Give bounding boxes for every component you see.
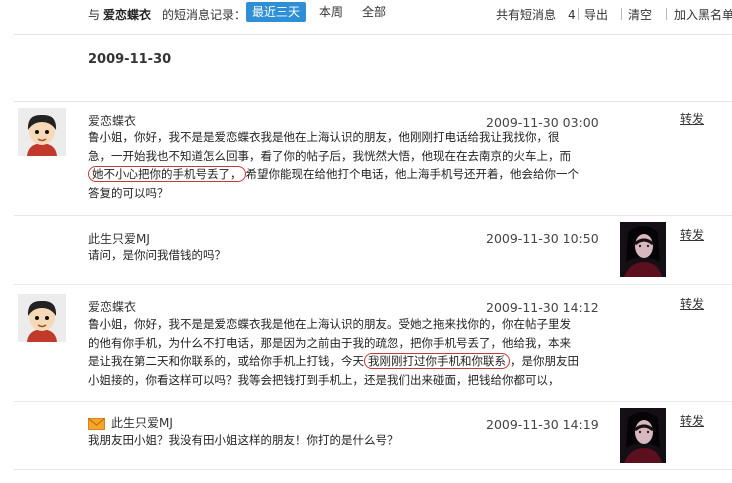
separator [578,8,579,20]
forward-link[interactable]: 转发 [680,412,704,429]
circled-text: 她不小心把你的手机号丢了， [88,166,246,182]
message-text: ，是你朋友田 [510,354,579,368]
sender-line: 此生只爱MJ [88,414,173,431]
message-body: 请问，是你问我借钱的吗？ [88,246,606,265]
message-item: 此生只爱MJ 2009-11-30 14:19 转发 我朋友田小姐？我没有田小姐… [14,402,732,470]
message-body: 我朋友田小姐？我没有田小姐这样的朋友！你打的是什么号？ [88,431,606,450]
add-to-blacklist-link[interactable]: 加入黑名单 [674,6,732,23]
message-line: 她不小心把你的手机号丢了， 希望你能现在给他打个电话，他上海手机号还开着，他会给你… [88,165,606,184]
separator [621,8,622,20]
message-line: 请问，是你问我借钱的吗？ [88,248,226,262]
forward-link[interactable]: 转发 [680,295,704,312]
separator [666,8,667,20]
message-line: 答复的可以吗？ [88,185,169,200]
message-line: 是让我在第二天和你联系的，或给你手机上打钱，今天 我刚刚打过你手机和你联系 ，是你朋… [88,352,606,371]
message-time: 2009-11-30 14:12 [486,300,599,315]
clear-link[interactable]: 清空 [628,6,652,23]
message-text: 希望你能现在给他打个电话，他上海手机号还开着，他会给你一个 [245,167,580,181]
export-link[interactable]: 导出 [584,6,608,23]
message-line: 鲁小姐，你好，我不是是爱恋蝶衣我是他在上海认识的朋友，他刚刚打电话给我让我找你，… [88,130,560,144]
filter-this-week[interactable]: 本周 [313,2,349,22]
message-text: 是让我在第二天和你联系的，或给你手机上打钱，今天 [88,354,364,368]
sender-name[interactable]: 此生只爱MJ [111,416,173,430]
peer-name[interactable]: 爱恋蝶衣 [103,6,151,23]
message-divider [14,469,732,470]
message-line: 急，一开始我也不知道怎么回事，看了你的帖子后，我恍然大悟，他现在在去南京的火车上… [88,148,571,163]
toolbar-divider [14,34,732,35]
message-item: 爱恋蝶衣 2009-11-30 03:00 转发 鲁小姐，你好，我不是是爱恋蝶衣… [14,102,732,216]
sender-name[interactable]: 爱恋蝶衣 [88,298,136,315]
sender-name[interactable]: 此生只爱MJ [88,230,150,247]
message-time: 2009-11-30 14:19 [486,417,599,432]
filter-last-three-days[interactable]: 最近三天 [246,2,307,22]
forward-link[interactable]: 转发 [680,226,704,243]
message-body: 鲁小姐，你好，我不是是爱恋蝶衣我是他在上海认识的朋友。受她之拖来找你的，你在帖子… [88,315,606,389]
message-item: 此生只爱MJ 2009-11-30 10:50 转发 请问，是你问我借钱的吗？ [14,216,732,285]
boy-avatar-icon[interactable] [18,108,66,156]
forward-link[interactable]: 转发 [680,110,704,127]
history-label: 的短消息记录： [162,8,247,22]
message-body: 鲁小姐，你好，我不是是爱恋蝶衣我是他在上海认识的朋友，他刚刚打电话给我让我找你，… [88,128,606,202]
date-heading: 2009-11-30 [88,52,172,67]
mj-photo-avatar[interactable] [620,408,666,463]
envelope-icon [88,417,105,430]
message-line: 鲁小姐，你好，我不是是爱恋蝶衣我是他在上海认识的朋友。受她之拖来找你的，你在帖子… [88,317,571,331]
sender-name[interactable]: 爱恋蝶衣 [88,112,136,129]
history-prefix: 与 [88,8,101,22]
boy-avatar-icon[interactable] [18,294,66,342]
message-time: 2009-11-30 10:50 [486,231,599,246]
message-count: 共有短消息 4 [496,8,576,22]
message-item: 爱恋蝶衣 2009-11-30 14:12 转发 鲁小姐，你好，我不是是爱恋蝶衣… [14,285,732,402]
message-line: 小姐接的，你看这样可以吗？我等会把钱打到手机上，还是我们出来碰面，把钱给你都可以… [88,372,560,387]
message-history-toolbar: 与 爱恋蝶衣 的短消息记录： 最近三天 本周 全部 共有短消息 4 导出 清空 … [0,0,732,26]
message-line: 我朋友田小姐？我没有田小姐这样的朋友！你打的是什么号？ [88,433,399,447]
message-line: 的他有你手机，为什么不打电话，那是因为之前由于我的疏忽，把你手机号丢了，他给我，… [88,335,571,350]
circled-text: 我刚刚打过你手机和你联系 [364,353,510,369]
mj-photo-avatar[interactable] [620,222,666,277]
filter-all[interactable]: 全部 [356,2,392,22]
